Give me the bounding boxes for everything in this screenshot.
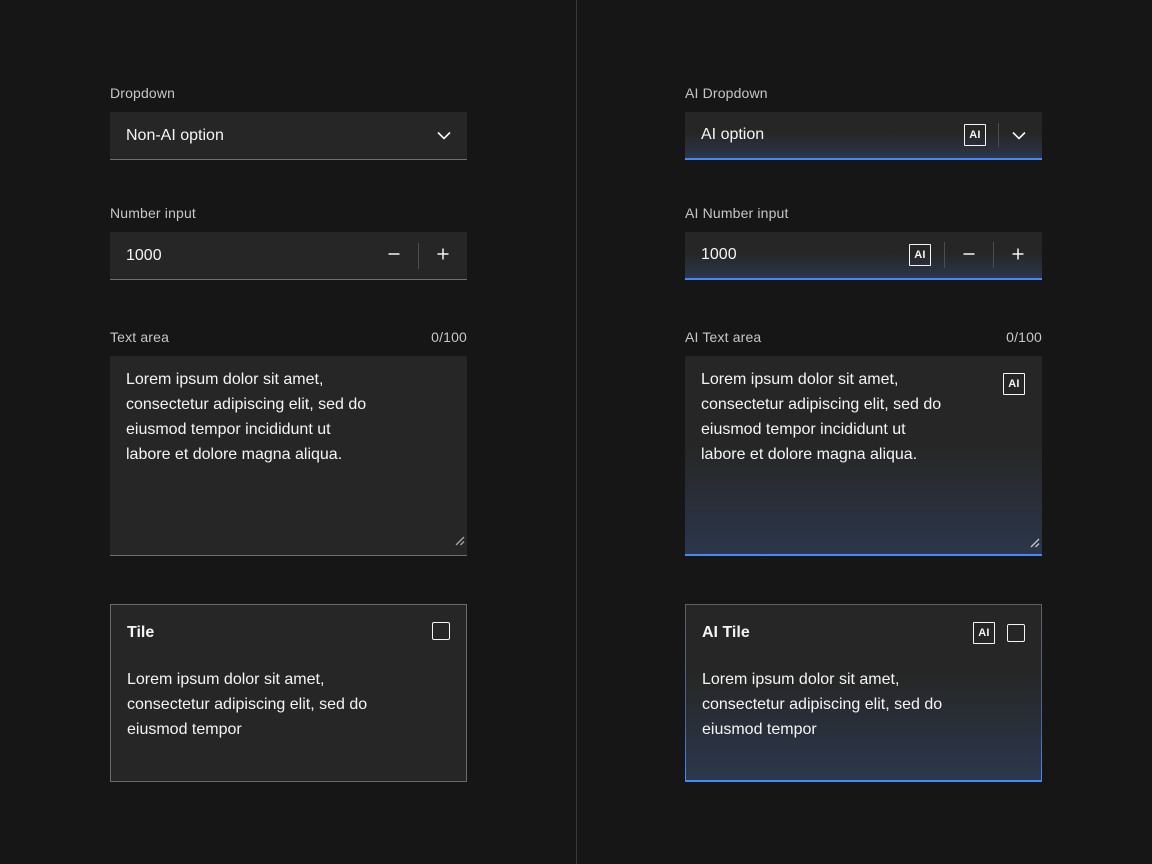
minus-icon (387, 247, 401, 264)
ai-text-area-wrap: Lorem ipsum dolor sit amet, consectetur … (685, 356, 1042, 556)
text-area-counter: 0/100 (431, 328, 467, 346)
ai-number-input-field[interactable]: 1000 AI (685, 232, 1042, 280)
column-divider (576, 0, 577, 864)
component-showcase: Dropdown Non-AI option Number input 1000 (0, 0, 1152, 864)
ai-badge[interactable]: AI (909, 244, 931, 266)
ai-tile-body: Lorem ipsum dolor sit amet, consectetur … (702, 667, 1025, 742)
plus-icon (436, 247, 450, 264)
ai-column: AI Dropdown AI option AI AI Number input… (685, 84, 1042, 782)
minus-icon (962, 247, 976, 264)
ai-badge[interactable]: AI (973, 622, 995, 644)
tile-body: Lorem ipsum dolor sit amet, consectetur … (127, 667, 450, 742)
text-area-section: Text area 0/100 Lorem ipsum dolor sit am… (110, 328, 467, 556)
number-input-section: Number input 1000 (110, 204, 467, 280)
ai-dropdown-label: AI Dropdown (685, 84, 1042, 102)
ai-tile[interactable]: AI Tile Lorem ipsum dolor sit amet, cons… (685, 604, 1042, 782)
dropdown-field[interactable]: Non-AI option (110, 112, 467, 160)
tile-checkbox[interactable] (1007, 624, 1025, 642)
plus-icon (1011, 247, 1025, 264)
ai-number-input-value: 1000 (701, 246, 909, 264)
text-area-label: Text area (110, 328, 169, 346)
number-input-field[interactable]: 1000 (110, 232, 467, 280)
ai-dropdown-field[interactable]: AI option AI (685, 112, 1042, 160)
resize-handle-icon[interactable] (453, 533, 465, 551)
chevron-down-icon (437, 131, 451, 140)
increment-button[interactable] (994, 232, 1042, 278)
tile-checkbox[interactable] (432, 622, 450, 640)
dropdown-label: Dropdown (110, 84, 467, 102)
ai-number-input-label: AI Number input (685, 204, 1042, 222)
ai-text-area-counter: 0/100 (1006, 328, 1042, 346)
ai-badge[interactable]: AI (1003, 373, 1025, 395)
ai-dropdown-selected-value: AI option (701, 126, 956, 144)
ai-tile-actions: AI (973, 622, 1025, 644)
resize-handle-icon[interactable] (1028, 535, 1040, 553)
dropdown-selected-value: Non-AI option (126, 127, 424, 145)
tile-actions (432, 622, 450, 640)
number-input-value: 1000 (126, 247, 370, 265)
ai-text-area-field[interactable]: Lorem ipsum dolor sit amet, consectetur … (685, 356, 1042, 556)
ai-badge[interactable]: AI (964, 124, 986, 146)
non-ai-column: Dropdown Non-AI option Number input 1000 (110, 84, 467, 782)
ai-text-area-label: AI Text area (685, 328, 761, 346)
decrement-button[interactable] (945, 232, 993, 278)
tile-title: Tile (127, 621, 450, 645)
decrement-button[interactable] (370, 232, 418, 279)
number-input-label: Number input (110, 204, 467, 222)
text-area-label-row: Text area 0/100 (110, 328, 467, 346)
text-area-field[interactable]: Lorem ipsum dolor sit amet, consectetur … (110, 356, 467, 556)
dropdown-divider (998, 123, 999, 147)
ai-text-area-section: AI Text area 0/100 Lorem ipsum dolor sit… (685, 328, 1042, 556)
ai-number-input-section: AI Number input 1000 AI (685, 204, 1042, 280)
tile[interactable]: Tile Lorem ipsum dolor sit amet, consect… (110, 604, 467, 782)
ai-text-area-label-row: AI Text area 0/100 (685, 328, 1042, 346)
increment-button[interactable] (419, 232, 467, 279)
dropdown-section: Dropdown Non-AI option (110, 84, 467, 160)
chevron-down-icon (1012, 131, 1026, 140)
ai-dropdown-section: AI Dropdown AI option AI (685, 84, 1042, 160)
